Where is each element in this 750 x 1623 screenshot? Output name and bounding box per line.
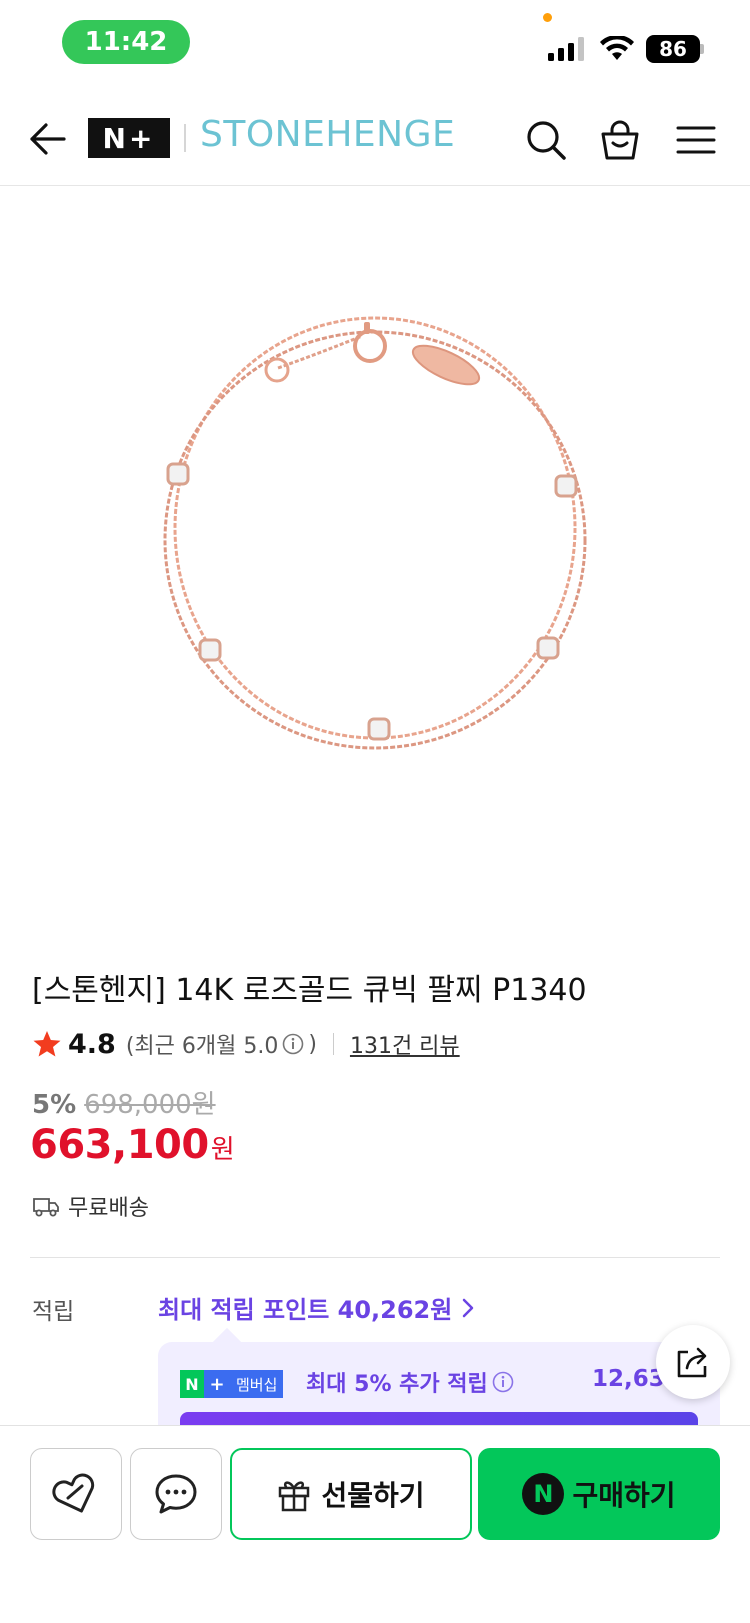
- shipping-row: 무료배송: [32, 1190, 149, 1222]
- original-price: 698,000원: [84, 1090, 216, 1120]
- membership-badge: N + 멤버십: [180, 1370, 284, 1398]
- membership-extra-text: 최대 5% 추가 적립: [306, 1372, 488, 1397]
- search-button[interactable]: [518, 112, 574, 168]
- discount-row: 5% 698,000원: [32, 1084, 216, 1121]
- product-title: [스톤헨지] 14K 로즈골드 큐빅 팔찌 P1340: [32, 973, 587, 1008]
- battery-indicator: 86: [646, 35, 700, 63]
- zzim-heart-icon: [52, 1473, 95, 1513]
- header: N+ STONEHENGE: [0, 94, 750, 186]
- membership-amount: 12,63: [592, 1366, 665, 1392]
- sale-price-unit: 원: [210, 1135, 235, 1165]
- naver-plus-logo[interactable]: N+: [88, 118, 170, 158]
- shopping-bag-icon: [601, 120, 639, 160]
- max-points-link[interactable]: 최대 적립 포인트 40,262원: [158, 1290, 476, 1325]
- rating-value: 4.8: [68, 1028, 116, 1060]
- search-icon: [527, 121, 566, 160]
- section-divider: [30, 1257, 720, 1258]
- privacy-indicator-dot: [543, 13, 552, 22]
- back-button[interactable]: [22, 114, 72, 164]
- recent-rating-text: (최근 6개월 5.0: [125, 1034, 279, 1059]
- recent-rating-close: ): [308, 1031, 317, 1057]
- sale-price: 663,100: [30, 1122, 209, 1168]
- star-icon: [33, 1031, 61, 1057]
- info-icon[interactable]: [492, 1371, 514, 1393]
- menu-button[interactable]: [668, 112, 724, 168]
- talk-talk-button[interactable]: [130, 1448, 222, 1540]
- recent-rating: (최근 6개월 5.0 ): [126, 1028, 317, 1060]
- shipping-text: 무료배송: [68, 1196, 149, 1221]
- gift-box-icon: [279, 1481, 310, 1512]
- rating-row: 4.8 (최근 6개월 5.0 ) 131건 리뷰: [32, 1024, 460, 1064]
- info-icon[interactable]: [282, 1033, 304, 1055]
- brand-name[interactable]: STONEHENGE: [200, 114, 455, 155]
- cart-button[interactable]: [592, 112, 648, 168]
- status-time: 11:42: [62, 20, 190, 64]
- share-button[interactable]: [656, 1325, 730, 1399]
- membership-extra-points: 최대 5% 추가 적립: [306, 1366, 518, 1398]
- discount-rate: 5%: [32, 1090, 77, 1120]
- cellular-signal-icon: [548, 37, 584, 61]
- hamburger-menu-icon: [676, 126, 716, 154]
- battery-nub: [700, 44, 704, 54]
- logo-divider: [184, 124, 186, 152]
- share-icon: [677, 1347, 707, 1378]
- points-label: 적립: [32, 1299, 75, 1325]
- review-count-link[interactable]: 131건 리뷰: [350, 1028, 460, 1060]
- bottom-action-bar: 선물하기 N 구매하기: [0, 1425, 750, 1623]
- membership-badge-label: 멤버십: [230, 1370, 284, 1398]
- sale-price-row: 663,100 원: [30, 1122, 235, 1168]
- status-bar: 11:42 86: [0, 0, 750, 90]
- gift-button[interactable]: 선물하기: [230, 1448, 472, 1540]
- wishlist-button[interactable]: [30, 1448, 122, 1540]
- delivery-truck-icon: [33, 1198, 59, 1217]
- naver-pay-icon: N: [522, 1473, 565, 1515]
- max-points-text: 최대 적립 포인트 40,262원: [158, 1296, 453, 1324]
- gift-button-label: 선물하기: [321, 1479, 425, 1512]
- wifi-icon: [600, 36, 634, 60]
- arrow-left-icon: [30, 123, 66, 155]
- membership-badge-plus: +: [204, 1370, 230, 1398]
- product-image[interactable]: [0, 188, 750, 918]
- chevron-right-icon: [463, 1298, 474, 1317]
- buy-button-label: 구매하기: [572, 1479, 676, 1512]
- buy-button[interactable]: N 구매하기: [478, 1448, 720, 1540]
- rating-separator: [332, 1033, 334, 1055]
- membership-badge-n: N: [180, 1370, 204, 1398]
- chat-bubble-icon: [155, 1474, 197, 1514]
